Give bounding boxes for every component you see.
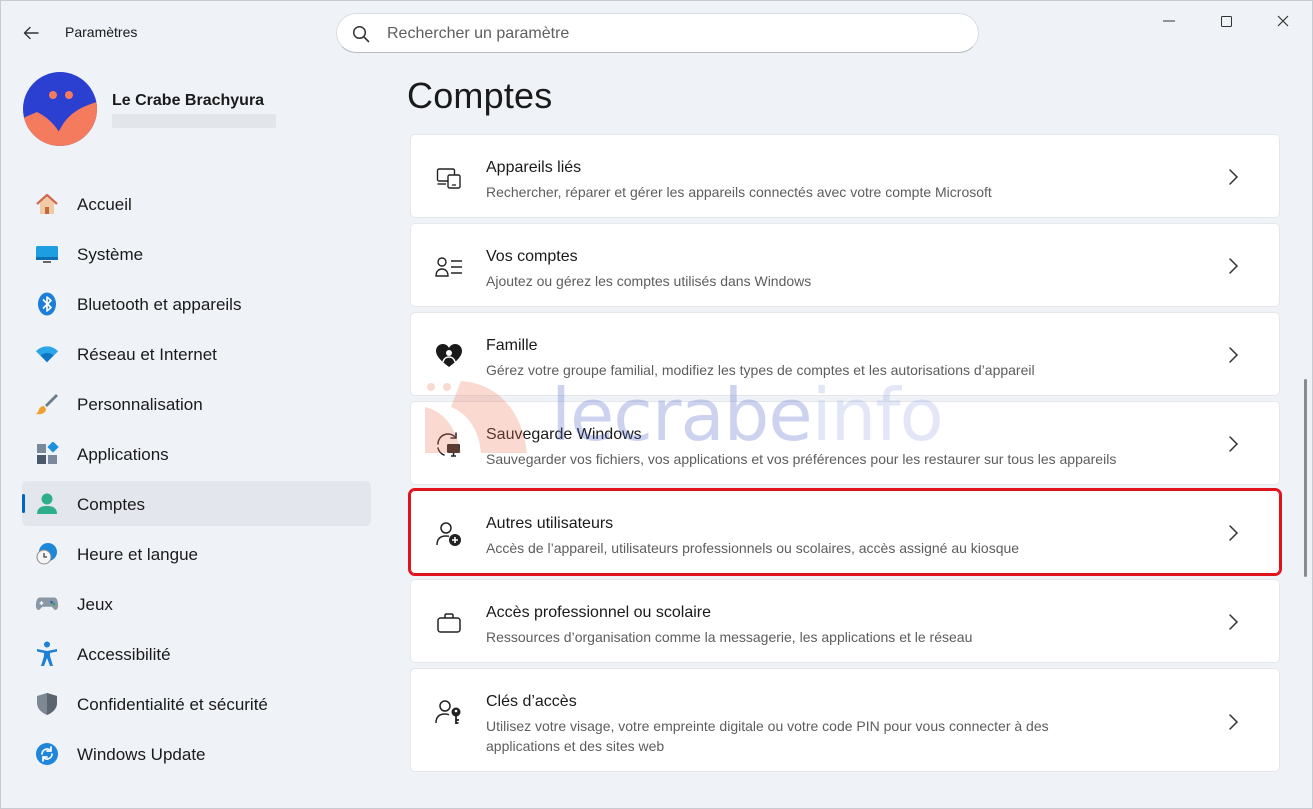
- chevron-right-icon: [1229, 347, 1239, 363]
- search-icon: [352, 25, 370, 43]
- card-sauvegarde-windows[interactable]: Sauvegarde Windows Sauvegarder vos fichi…: [410, 401, 1280, 485]
- sidebar-item-jeux[interactable]: Jeux: [22, 581, 371, 626]
- search-box[interactable]: [336, 13, 979, 53]
- shield-icon: [35, 693, 59, 715]
- avatar[interactable]: [23, 72, 97, 146]
- maximize-button[interactable]: [1203, 1, 1249, 41]
- sidebar-item-comptes[interactable]: Comptes: [22, 481, 371, 526]
- settings-card-list: Appareils liés Rechercher, réparer et gé…: [408, 134, 1282, 777]
- vertical-scrollbar[interactable]: [1304, 379, 1307, 577]
- sidebar-item-applications[interactable]: Applications: [22, 431, 371, 476]
- sidebar-item-bluetooth[interactable]: Bluetooth et appareils: [22, 281, 371, 326]
- sidebar-item-label: Réseau et Internet: [77, 345, 217, 364]
- card-autres-utilisateurs[interactable]: Autres utilisateurs Accès de l’appareil,…: [408, 488, 1282, 576]
- app-title: Paramètres: [65, 24, 138, 40]
- card-title: Accès professionnel ou scolaire: [486, 604, 712, 621]
- card-acces-professionnel[interactable]: Accès professionnel ou scolaire Ressourc…: [410, 579, 1280, 663]
- sidebar-item-label: Accessibilité: [77, 645, 171, 664]
- accounts-list-icon: [435, 254, 463, 280]
- sidebar-item-reseau[interactable]: Réseau et Internet: [22, 331, 371, 376]
- chevron-right-icon: [1229, 258, 1239, 274]
- update-icon: [35, 743, 59, 765]
- clock-globe-icon: [35, 543, 59, 565]
- sidebar-item-label: Heure et langue: [77, 545, 198, 564]
- sidebar-item-label: Système: [77, 245, 144, 264]
- apps-icon: [35, 442, 59, 465]
- family-heart-icon: [435, 343, 463, 369]
- passkey-icon: [435, 699, 463, 725]
- chevron-right-icon: [1229, 614, 1239, 630]
- close-button[interactable]: [1260, 1, 1306, 41]
- sidebar-nav: Accueil Système Bluetooth et appareils R…: [22, 181, 371, 781]
- accessibility-icon: [35, 641, 59, 666]
- title-bar: Paramètres: [1, 1, 1312, 63]
- sidebar-item-label: Windows Update: [77, 745, 206, 764]
- card-cles-acces[interactable]: Clés d’accès Utilisez votre visage, votr…: [410, 668, 1280, 772]
- avatar-image: [23, 72, 97, 146]
- card-description: Ajoutez ou gérez les comptes utilisés da…: [486, 273, 812, 289]
- linked-devices-icon: [435, 165, 463, 191]
- card-title: Clés d’accès: [486, 693, 577, 710]
- add-user-icon: [435, 521, 463, 547]
- person-icon: [35, 493, 59, 515]
- sidebar-item-label: Confidentialité et sécurité: [77, 695, 268, 714]
- sidebar-item-heure-langue[interactable]: Heure et langue: [22, 531, 371, 576]
- sidebar-item-label: Jeux: [77, 595, 113, 614]
- minimize-button[interactable]: [1146, 1, 1192, 41]
- bluetooth-icon: [35, 292, 59, 316]
- search-input[interactable]: [387, 22, 947, 46]
- home-icon: [35, 193, 59, 215]
- sidebar-item-personnalisation[interactable]: Personnalisation: [22, 381, 371, 426]
- sidebar-item-accueil[interactable]: Accueil: [22, 181, 371, 226]
- sidebar-item-label: Comptes: [77, 495, 146, 514]
- back-arrow-icon: [23, 26, 39, 40]
- user-name: Le Crabe Brachyura: [112, 92, 265, 109]
- card-title: Vos comptes: [486, 248, 578, 265]
- card-title: Sauvegarde Windows: [486, 426, 642, 443]
- sidebar-item-systeme[interactable]: Système: [22, 231, 371, 276]
- chevron-right-icon: [1229, 714, 1239, 730]
- back-button[interactable]: [15, 19, 47, 47]
- card-famille[interactable]: Famille Gérez votre groupe familial, mod…: [410, 312, 1280, 396]
- minimize-icon: [1163, 20, 1175, 22]
- gamepad-icon: [35, 593, 59, 615]
- close-icon: [1277, 15, 1289, 27]
- card-appareils-lies[interactable]: Appareils liés Rechercher, réparer et gé…: [410, 134, 1280, 218]
- chevron-right-icon: [1229, 525, 1239, 541]
- wifi-icon: [35, 343, 59, 365]
- card-description: Sauvegarder vos fichiers, vos applicatio…: [486, 451, 1117, 467]
- chevron-right-icon: [1229, 436, 1239, 452]
- brush-icon: [35, 393, 59, 415]
- card-title: Famille: [486, 337, 538, 354]
- card-description: Rechercher, réparer et gérer les apparei…: [486, 184, 992, 200]
- sidebar-item-accessibilite[interactable]: Accessibilité: [22, 631, 371, 676]
- page-title: Comptes: [407, 75, 553, 116]
- card-description: Utilisez votre visage, votre empreinte d…: [486, 718, 1049, 754]
- sidebar-item-confidentialite[interactable]: Confidentialité et sécurité: [22, 681, 371, 726]
- backup-icon: [435, 432, 463, 458]
- card-vos-comptes[interactable]: Vos comptes Ajoutez ou gérez les comptes…: [410, 223, 1280, 307]
- card-description: Accès de l’appareil, utilisateurs profes…: [486, 540, 1020, 556]
- maximize-icon: [1220, 15, 1232, 27]
- sidebar-item-label: Accueil: [77, 195, 132, 214]
- chevron-right-icon: [1229, 169, 1239, 185]
- briefcase-icon: [435, 610, 463, 636]
- sidebar-item-label: Bluetooth et appareils: [77, 295, 242, 314]
- settings-window: Paramètres Le Crabe Brachyura: [0, 0, 1313, 809]
- card-title: Autres utilisateurs: [486, 515, 614, 532]
- sidebar-item-windows-update[interactable]: Windows Update: [22, 731, 371, 776]
- sidebar-item-label: Personnalisation: [77, 395, 203, 414]
- card-title: Appareils liés: [486, 159, 582, 176]
- user-email-redacted: [112, 114, 276, 128]
- sidebar-item-label: Applications: [77, 445, 169, 464]
- card-description: Gérez votre groupe familial, modifiez le…: [486, 362, 1035, 378]
- monitor-icon: [35, 243, 59, 265]
- card-description: Ressources d’organisation comme la messa…: [486, 629, 973, 645]
